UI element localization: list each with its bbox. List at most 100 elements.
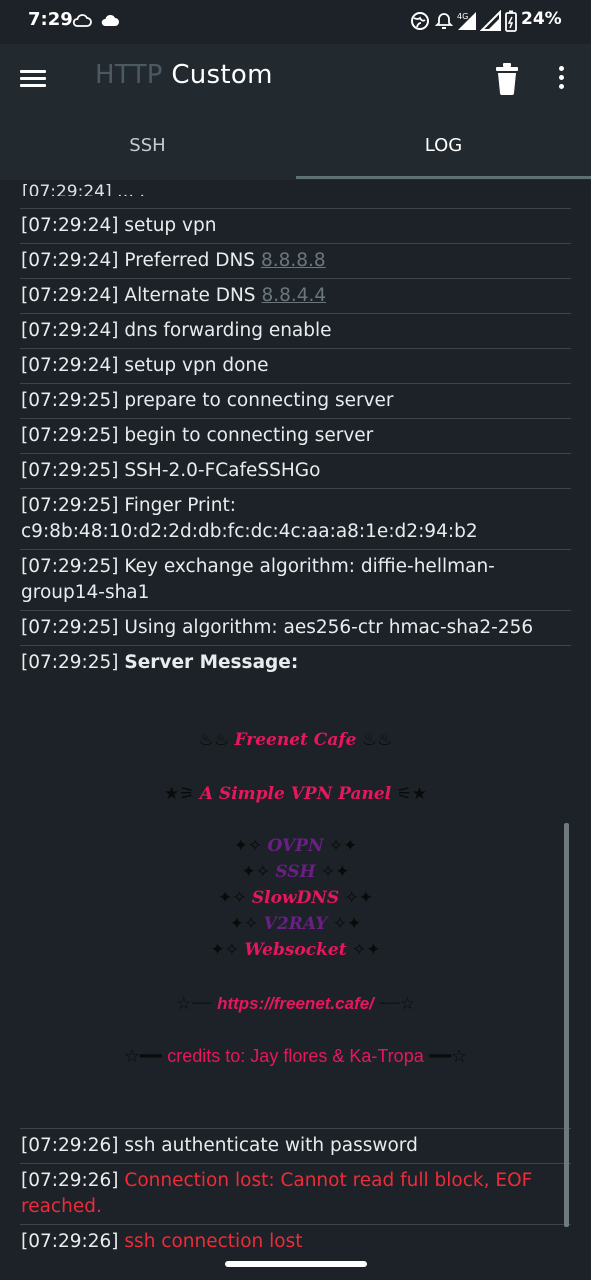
banner-symbol: ♨♨	[361, 730, 393, 750]
banner-symbol: ☆┈┈	[175, 994, 212, 1014]
log-timestamp: [07:29:24]	[21, 320, 119, 341]
log-entry-error: [07:29:26] ssh connection lost	[20, 1224, 571, 1250]
banner-symbol: ✧✦	[321, 862, 350, 882]
tab-log[interactable]: LOG	[296, 114, 591, 178]
log-timestamp: [07:29:24]	[21, 355, 119, 376]
more-options-button[interactable]	[551, 66, 571, 96]
app-bar: HTTP Custom	[0, 44, 591, 114]
log-entry: [07:29:24] setup vpn	[20, 208, 571, 243]
log-entry-error: [07:29:26] Connection lost: Cannot read …	[20, 1163, 571, 1224]
banner-service: ✦✧ OVPN ✧✦	[20, 836, 571, 856]
log-entry: [07:29:24] Preferred DNS 8.8.8.8	[20, 243, 571, 278]
banner-symbol: ♨♨	[198, 730, 230, 750]
log-timestamp: [07:29:25]	[21, 425, 119, 446]
banner-service: ✦✧ V2RAY ✧✦	[20, 914, 571, 934]
banner-symbol: ✧✦	[328, 836, 358, 856]
log-message: Alternate DNS	[124, 285, 256, 306]
log-timestamp: [07:29:24]	[21, 285, 119, 306]
banner-service-ssh: SSH	[275, 862, 316, 882]
log-entry-partial: [07:29:24] … ,	[22, 182, 145, 196]
gesture-home-bar[interactable]	[225, 1261, 367, 1267]
banner-symbol: ☆━━	[123, 1046, 162, 1067]
log-timestamp: [07:29:24]	[21, 215, 119, 236]
preferred-dns-link[interactable]: 8.8.8.8	[261, 250, 326, 271]
menu-button[interactable]	[20, 66, 54, 92]
server-message-banner: ♨♨ Freenet Cafe ♨♨ ★⚞ A Simple VPN Panel…	[20, 680, 571, 1128]
log-message: setup vpn done	[124, 355, 269, 376]
log-timestamp: [07:29:24]	[21, 250, 119, 271]
log-scrollbar[interactable]	[564, 823, 569, 1227]
cloud-outline-icon	[72, 14, 92, 27]
log-entry: [07:29:24] Alternate DNS 8.8.4.4	[20, 278, 571, 313]
vpn-globe-icon	[411, 12, 429, 30]
log-message: SSH-2.0-FCafeSSHGo	[124, 460, 321, 481]
log-timestamp: [07:29:25]	[21, 495, 119, 516]
log-timestamp: [07:29:26]	[21, 1170, 119, 1191]
signal-4g-icon: 4G	[457, 12, 476, 30]
log-timestamp: [07:29:25]	[21, 556, 119, 577]
log-message: Preferred DNS	[124, 250, 256, 271]
clear-log-button[interactable]	[493, 62, 521, 96]
banner-symbol: ★⚞	[163, 784, 195, 804]
log-timestamp: [07:29:25]	[21, 652, 119, 673]
banner-symbol: ✦✧	[217, 888, 247, 908]
log-entry: [07:29:26] ssh authenticate with passwor…	[20, 1128, 571, 1163]
banner-line-title: ♨♨ Freenet Cafe ♨♨	[20, 730, 571, 750]
banner-credits-line: ☆━━ credits to: Jay flores & Ka-Tropa ━━…	[20, 1046, 571, 1067]
banner-service-v2ray: V2RAY	[263, 914, 328, 934]
log-entry: [07:29:25] Key exchange algorithm: diffi…	[20, 549, 571, 610]
log-entry: [07:29:25] Server Message:	[20, 645, 571, 680]
app-title-custom: Custom	[171, 60, 273, 90]
log-entry: [07:29:24] dns forwarding enable	[20, 313, 571, 348]
tab-bar: SSH LOG	[0, 114, 591, 180]
log-view[interactable]: [07:29:24] … , [07:29:24] setup vpn [07:…	[0, 180, 591, 1250]
tab-ssh[interactable]: SSH	[0, 114, 295, 178]
log-message: Using algorithm: aes256-ctr hmac-sha2-25…	[124, 617, 534, 638]
alarm-icon	[434, 13, 454, 29]
log-message: setup vpn	[124, 215, 217, 236]
log-message: begin to connecting server	[124, 425, 374, 446]
banner-subtitle: A Simple VPN Panel	[199, 784, 392, 804]
banner-symbol: ✧✦	[332, 914, 362, 934]
log-timestamp: [07:29:25]	[21, 617, 119, 638]
log-list: [07:29:24] setup vpn [07:29:24] Preferre…	[20, 208, 571, 1250]
banner-service: ✦✧ SlowDNS ✧✦	[20, 888, 571, 908]
log-entry: [07:29:25] Using algorithm: aes256-ctr h…	[20, 610, 571, 645]
log-error-message: ssh connection lost	[124, 1231, 303, 1250]
banner-credits: credits to: Jay flores & Ka-Tropa	[167, 1046, 424, 1066]
banner-symbol: ⚟★	[396, 784, 428, 804]
app-title-http: HTTP	[95, 60, 163, 90]
log-message: dns forwarding enable	[124, 320, 332, 341]
banner-symbol: ✧✦	[344, 888, 374, 908]
banner-line-subtitle: ★⚞ A Simple VPN Panel ⚟★	[20, 784, 571, 804]
log-timestamp: [07:29:26]	[21, 1231, 119, 1250]
cloud-icon	[101, 14, 119, 26]
menu-icon	[20, 70, 54, 87]
status-bar: 7:29 4G 24%	[0, 0, 591, 44]
banner-symbol: ✦✧	[229, 914, 259, 934]
battery-icon	[505, 10, 517, 32]
banner-url-link[interactable]: https://freenet.cafe/	[217, 994, 374, 1013]
active-tab-indicator	[296, 176, 591, 179]
banner-symbol: ✧✦	[351, 940, 381, 960]
banner-service: ✦✧ Websocket ✧✦	[20, 940, 571, 960]
alternate-dns-link[interactable]: 8.8.4.4	[261, 285, 326, 306]
banner-service-slowdns: SlowDNS	[251, 888, 340, 908]
banner-symbol: ✦✧	[233, 836, 263, 856]
log-timestamp: [07:29:25]	[21, 390, 119, 411]
svg-text:4G: 4G	[457, 12, 468, 21]
log-message: ssh authenticate with password	[124, 1135, 418, 1156]
log-entry: [07:29:25] prepare to connecting server	[20, 383, 571, 418]
battery-percent: 24%	[521, 9, 562, 29]
banner-service: ✦✧ SSH ✧✦	[20, 862, 571, 882]
banner-title: Freenet Cafe	[234, 730, 357, 750]
log-timestamp: [07:29:25]	[21, 460, 119, 481]
banner-service-ovpn: OVPN	[267, 836, 324, 856]
trash-icon	[496, 63, 518, 95]
server-message-label: Server Message:	[124, 652, 299, 673]
banner-symbol: ┈┈☆	[379, 994, 416, 1014]
banner-symbol: ✦✧	[210, 940, 240, 960]
log-entry: [07:29:25] SSH-2.0-FCafeSSHGo	[20, 453, 571, 488]
banner-url-line: ☆┈┈ https://freenet.cafe/ ┈┈☆	[20, 994, 571, 1014]
log-message: prepare to connecting server	[124, 390, 394, 411]
